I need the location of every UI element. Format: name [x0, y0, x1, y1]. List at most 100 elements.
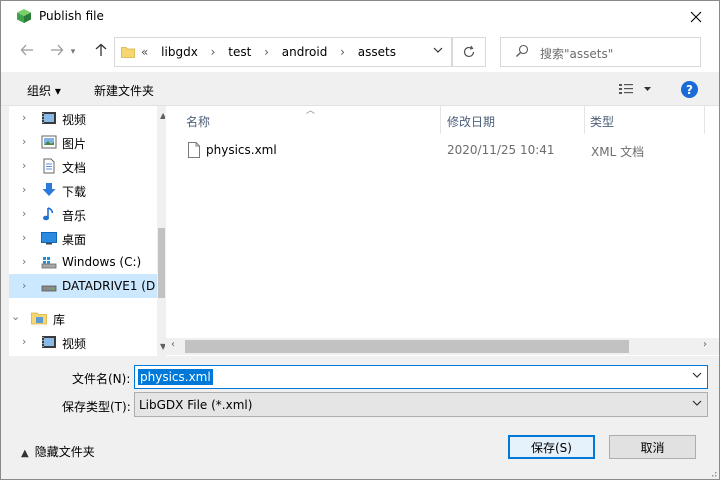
sidebar-item-downloads[interactable]: › 下载	[9, 178, 149, 202]
filetype-select[interactable]: LibGDX File (*.xml)	[134, 392, 708, 417]
refresh-button[interactable]	[452, 37, 486, 67]
sidebar-item-pictures[interactable]: › 图片	[9, 130, 149, 154]
breadcrumb-item[interactable]: android	[282, 45, 328, 59]
navigation-pane: › 视频 › 图片 › 文档 › 下载 › 音乐 › 桌面 › Windows …	[9, 106, 165, 356]
sidebar-item-datadrive[interactable]: › DATADRIVE1 (D	[9, 274, 157, 298]
chevron-right-icon[interactable]: ›	[22, 279, 26, 292]
scroll-down-arrow-icon[interactable]: ▼	[160, 342, 165, 351]
refresh-icon	[463, 45, 475, 58]
breadcrumb-item[interactable]: libgdx	[161, 45, 198, 59]
picture-icon	[41, 135, 57, 149]
filetype-dropdown-arrow[interactable]	[692, 398, 702, 411]
sidebar-item-label: 视频	[62, 337, 87, 351]
breadcrumb-separator[interactable]: ›	[264, 45, 269, 59]
column-header-modified[interactable]: 修改日期	[447, 113, 495, 130]
scroll-right-arrow-icon[interactable]: ›	[703, 339, 707, 350]
download-icon	[42, 183, 56, 196]
breadcrumb-separator[interactable]: ›	[211, 45, 216, 59]
help-button[interactable]: ?	[681, 81, 698, 98]
music-icon	[43, 207, 54, 221]
column-divider[interactable]	[704, 106, 705, 134]
video-icon	[42, 336, 56, 348]
column-divider[interactable]	[584, 106, 585, 134]
breadcrumb-overflow[interactable]: «	[141, 45, 148, 59]
sidebar-item-label: 视频	[62, 113, 87, 127]
cancel-button[interactable]: 取消	[609, 435, 696, 459]
column-header-name[interactable]: 名称	[186, 113, 210, 130]
new-folder-button[interactable]: 新建文件夹	[94, 82, 154, 99]
file-list: ︿ 名称 修改日期 类型 physics.xml 2020/11/25 10:4…	[166, 106, 719, 356]
file-row[interactable]: physics.xml 2020/11/25 10:41 XML 文档	[184, 140, 714, 162]
sidebar-item-label: 桌面	[62, 233, 87, 247]
back-button[interactable]	[17, 43, 37, 61]
file-name: physics.xml	[206, 143, 277, 157]
chevron-right-icon[interactable]: ›	[22, 255, 26, 268]
search-input[interactable]: 搜索"assets"	[540, 45, 613, 62]
organize-menu[interactable]: 组织 ▾	[27, 82, 61, 99]
arrow-up-icon	[95, 43, 107, 56]
hide-folders-label: 隐藏文件夹	[34, 445, 95, 459]
publish-file-dialog: Publish file ▾ « libgdx › test › android…	[0, 0, 720, 480]
chevron-right-icon[interactable]: ›	[22, 207, 26, 220]
sidebar-item-music[interactable]: › 音乐	[9, 202, 149, 226]
sidebar-item-windows-drive[interactable]: › Windows (C:)	[9, 250, 149, 274]
drive-icon	[41, 285, 57, 292]
file-type: XML 文档	[591, 145, 645, 159]
breadcrumb: « libgdx › test › android › assets	[141, 45, 405, 59]
up-button[interactable]	[91, 43, 111, 61]
filename-history-dropdown[interactable]	[692, 370, 702, 383]
command-bar: 组织 ▾ 新建文件夹 ?	[1, 72, 719, 106]
sidebar-item-library[interactable]: ⌄ 库	[9, 306, 141, 330]
sidebar-item-library-videos[interactable]: › 视频	[9, 330, 149, 354]
view-list-icon	[619, 84, 651, 94]
breadcrumb-separator[interactable]: ›	[340, 45, 345, 59]
chevron-up-icon: ▲	[21, 448, 29, 459]
chevron-right-icon[interactable]: ›	[22, 335, 26, 348]
chevron-right-icon[interactable]: ›	[22, 111, 26, 124]
chevron-right-icon[interactable]: ›	[22, 231, 26, 244]
hide-folders-toggle[interactable]: ▲ 隐藏文件夹	[21, 443, 95, 460]
column-header-type[interactable]: 类型	[590, 113, 614, 130]
breadcrumb-item[interactable]: test	[228, 45, 251, 59]
scroll-up-arrow-icon[interactable]: ▲	[160, 111, 165, 120]
file-icon	[188, 142, 200, 158]
sidebar-item-label: 文档	[62, 161, 87, 175]
resize-grip-icon[interactable]	[707, 467, 717, 477]
chevron-right-icon[interactable]: ›	[22, 135, 26, 148]
filename-input-value[interactable]: physics.xml	[138, 369, 213, 385]
video-icon	[42, 112, 56, 124]
desktop-icon	[41, 232, 57, 245]
title-bar: Publish file	[1, 1, 719, 32]
chevron-down-icon[interactable]: ⌄	[11, 310, 20, 323]
forward-button[interactable]	[47, 43, 67, 61]
column-divider[interactable]	[440, 106, 441, 134]
arrow-right-icon	[51, 44, 64, 56]
recent-locations-dropdown[interactable]: ▾	[67, 43, 79, 61]
sort-ascending-icon: ︿	[306, 106, 316, 116]
navigation-pane-scrollbar[interactable]: ▲ ▼	[157, 106, 165, 356]
close-button[interactable]	[673, 1, 719, 32]
sidebar-item-label: DATADRIVE1 (D	[62, 279, 156, 293]
sidebar-item-videos[interactable]: › 视频	[9, 106, 149, 130]
filename-field[interactable]: physics.xml	[134, 365, 708, 389]
breadcrumb-item[interactable]: assets	[358, 45, 396, 59]
chevron-right-icon[interactable]: ›	[22, 183, 26, 196]
file-list-horizontal-scrollbar[interactable]: ‹ ›	[166, 338, 719, 355]
sidebar-item-documents[interactable]: › 文档	[9, 154, 149, 178]
scrollbar-thumb[interactable]	[185, 340, 629, 353]
scrollbar-thumb[interactable]	[158, 228, 165, 298]
chevron-down-icon	[433, 47, 443, 53]
chevron-right-icon[interactable]: ›	[22, 159, 26, 172]
library-icon	[31, 312, 47, 325]
search-box[interactable]: 搜索"assets"	[500, 37, 701, 67]
sidebar-item-label: 音乐	[62, 209, 87, 223]
address-bar[interactable]: « libgdx › test › android › assets	[114, 37, 452, 67]
scroll-left-arrow-icon[interactable]: ‹	[171, 339, 175, 350]
filetype-label: 保存类型(T):	[62, 400, 131, 414]
address-history-dropdown[interactable]	[433, 45, 443, 58]
sidebar-item-label: 库	[53, 313, 66, 327]
save-button[interactable]: 保存(S)	[508, 435, 595, 459]
window-title: Publish file	[39, 9, 104, 23]
view-options-button[interactable]	[617, 81, 655, 97]
sidebar-item-desktop[interactable]: › 桌面	[9, 226, 149, 250]
